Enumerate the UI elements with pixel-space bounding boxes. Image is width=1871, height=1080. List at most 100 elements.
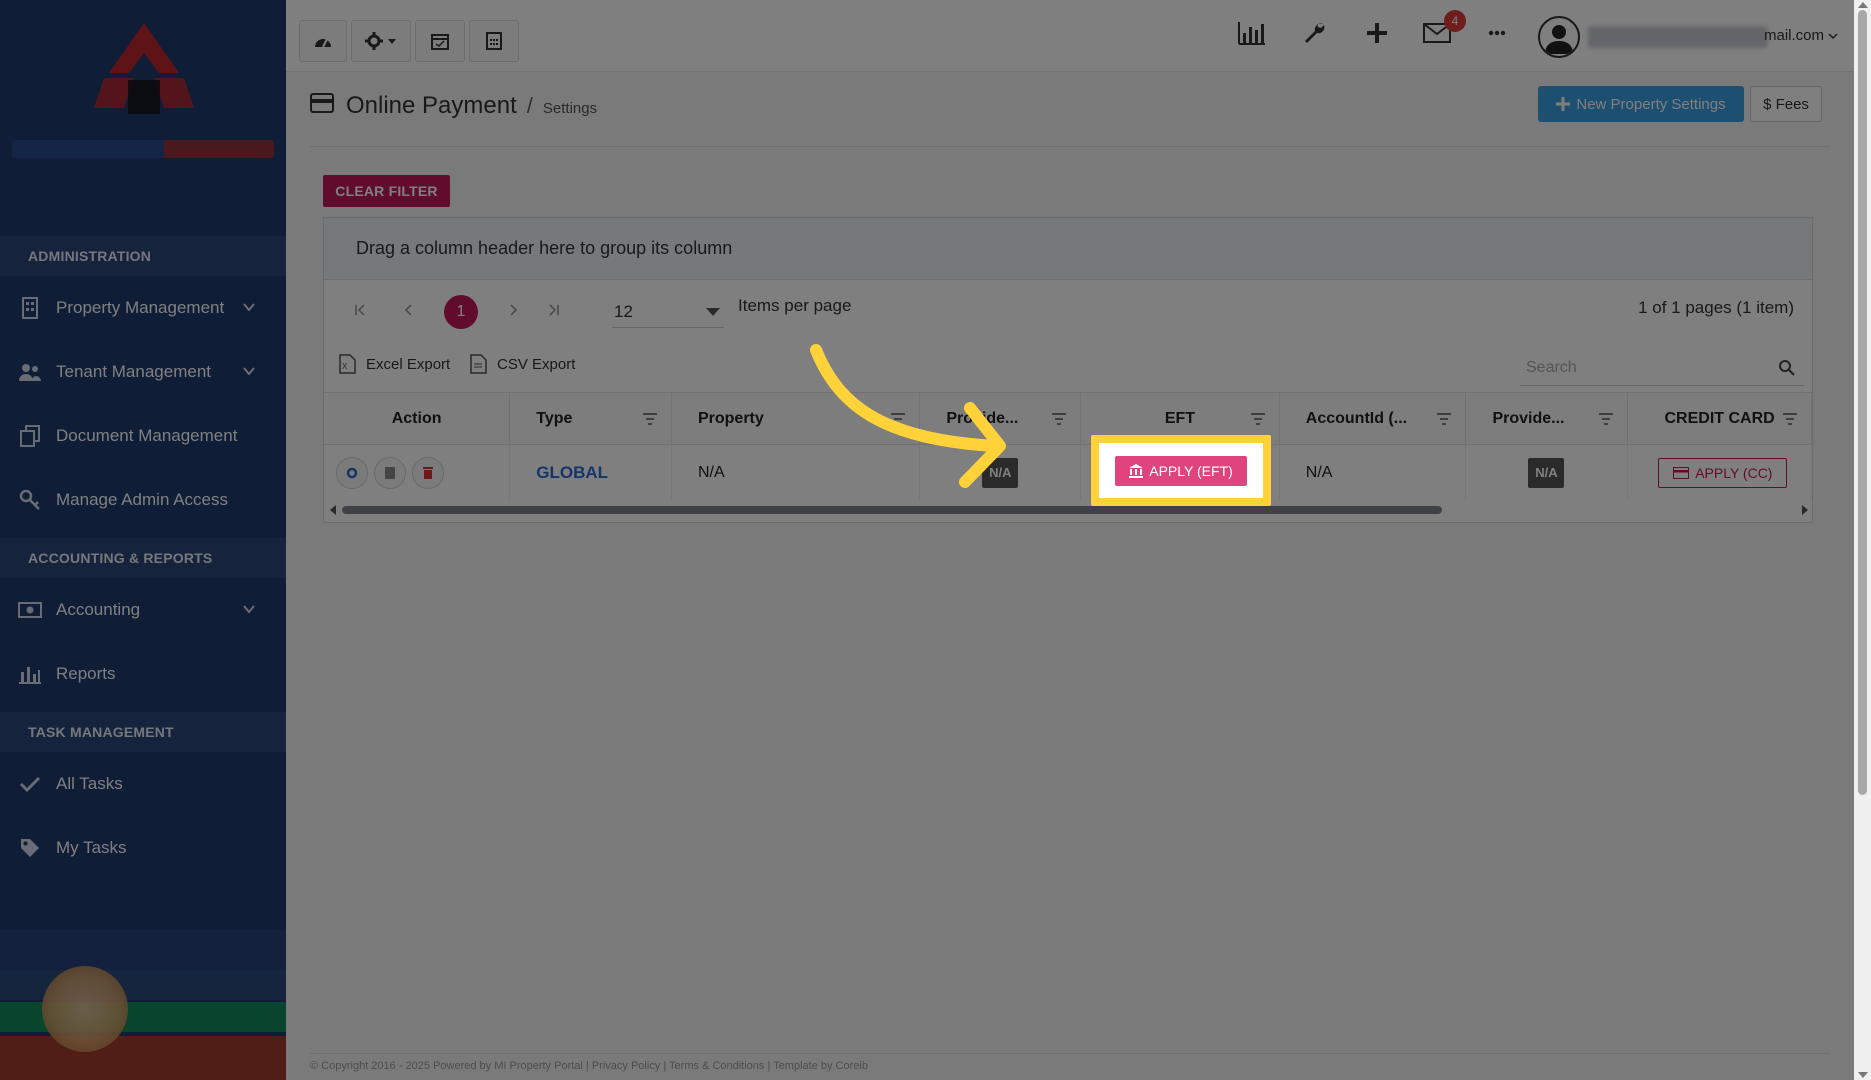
breadcrumb-settings[interactable]: Settings <box>543 100 597 117</box>
badge-icon <box>42 966 128 1052</box>
scroll-thumb[interactable] <box>1858 10 1867 795</box>
scroll-down-icon[interactable] <box>1858 1072 1868 1078</box>
column-header-label: Property <box>697 409 764 427</box>
sidebar-item-accounting[interactable]: Accounting <box>0 578 286 642</box>
tools-button[interactable] <box>1300 18 1330 48</box>
sidebar-item-manage-admin-access[interactable]: Manage Admin Access <box>0 468 286 532</box>
calculator-button[interactable] <box>469 20 519 62</box>
user-icon <box>1545 25 1573 54</box>
main-content: Online Payment / Settings New Property S… <box>286 72 1854 1080</box>
column-header-provider-cc[interactable]: Provide... <box>1465 392 1629 445</box>
sidebar-item-label: Reports <box>56 664 116 683</box>
search-input[interactable]: Search <box>1520 348 1804 386</box>
new-property-settings-button[interactable]: New Property Settings <box>1538 86 1744 122</box>
type-link[interactable]: GLOBAL <box>536 463 608 482</box>
column-header-account-id[interactable]: AccountId (... <box>1279 392 1467 445</box>
caret-down-icon <box>706 308 720 316</box>
account-id-value: N/A <box>1305 463 1333 481</box>
filter-icon[interactable] <box>642 413 657 425</box>
excel-file-icon: X <box>339 354 356 374</box>
first-page-button[interactable] <box>348 298 372 322</box>
add-button[interactable] <box>1362 18 1392 48</box>
edit-settings-button[interactable] <box>336 456 368 489</box>
user-email: mail.com <box>1764 27 1825 44</box>
next-page-button[interactable] <box>501 298 525 322</box>
pager: 1 12 Items per page 1 of 1 pages (1 item… <box>324 280 1814 340</box>
csv-file-icon <box>470 354 487 374</box>
plus-icon <box>1367 23 1387 43</box>
dashboard-button[interactable] <box>299 20 347 62</box>
scroll-right-icon[interactable] <box>1800 504 1810 516</box>
footer-divider <box>310 1053 1830 1054</box>
excel-export-button[interactable]: X Excel Export <box>338 354 450 374</box>
sidebar: ADMINISTRATION Property Management Tenan… <box>0 0 286 1080</box>
apply-eft-button[interactable]: APPLY (EFT) <box>1115 455 1247 486</box>
sidebar-blurred-item <box>0 930 286 970</box>
header-divider <box>310 146 1830 147</box>
stats-button[interactable] <box>1237 18 1267 48</box>
section-administration: ADMINISTRATION <box>0 236 286 276</box>
last-page-button[interactable] <box>542 298 566 322</box>
sidebar-item-label: Tenant Management <box>56 362 211 381</box>
provider-cc-chip: N/A <box>1528 457 1565 488</box>
settings-dropdown-button[interactable] <box>351 20 411 62</box>
avatar[interactable] <box>1538 16 1580 58</box>
page-size-select[interactable]: 12 <box>612 296 724 328</box>
credit-card-icon <box>310 93 334 113</box>
document-icon <box>385 466 395 479</box>
more-button[interactable] <box>1482 18 1512 48</box>
scroll-left-icon[interactable] <box>328 504 338 516</box>
filter-icon[interactable] <box>1052 413 1067 425</box>
column-header-action[interactable]: Action <box>324 392 511 445</box>
bar-chart-icon <box>18 662 42 686</box>
filter-icon[interactable] <box>1437 413 1452 425</box>
search-icon <box>1779 360 1795 376</box>
sidebar-item-property-management[interactable]: Property Management <box>0 276 286 340</box>
chevron-down-icon <box>243 303 255 312</box>
check-icon <box>18 772 42 796</box>
sidebar-blurred-item <box>0 1036 286 1080</box>
data-table: Action Type Property Provide... EFT Acco… <box>324 392 1812 501</box>
money-icon <box>18 598 42 622</box>
filter-icon[interactable] <box>1783 413 1797 425</box>
scroll-up-icon[interactable] <box>1858 2 1868 8</box>
building-icon <box>18 296 42 320</box>
apply-cc-button[interactable]: APPLY (CC) <box>1658 457 1788 488</box>
filter-icon[interactable] <box>1599 413 1614 425</box>
sidebar-item-tenant-management[interactable]: Tenant Management <box>0 340 286 404</box>
search-placeholder: Search <box>1526 359 1577 376</box>
csv-export-button[interactable]: CSV Export <box>469 354 575 374</box>
horizontal-scrollbar[interactable] <box>324 500 1814 520</box>
more-icon <box>1488 30 1506 36</box>
calendar-button[interactable] <box>415 20 465 62</box>
clear-filter-button[interactable]: CLEAR FILTER <box>323 175 450 207</box>
chevron-down-icon <box>243 367 255 376</box>
tag-icon <box>18 836 42 860</box>
sidebar-item-my-tasks[interactable]: My Tasks <box>0 816 286 880</box>
items-per-page-label: Items per page <box>738 296 852 315</box>
page-number-current[interactable]: 1 <box>444 295 478 329</box>
chevron-down-icon <box>1828 33 1838 40</box>
delete-button[interactable] <box>412 456 444 489</box>
page-info: 1 of 1 pages (1 item) <box>1638 298 1794 317</box>
column-header-type[interactable]: Type <box>509 392 672 445</box>
fees-button[interactable]: $ Fees <box>1750 86 1822 122</box>
view-details-button[interactable] <box>374 456 406 489</box>
section-accounting-reports: ACCOUNTING & REPORTS <box>0 538 286 578</box>
prev-page-button[interactable] <box>397 298 421 322</box>
logo[interactable] <box>0 0 286 236</box>
scroll-thumb[interactable] <box>342 506 1442 514</box>
sidebar-item-reports[interactable]: Reports <box>0 642 286 706</box>
sidebar-item-document-management[interactable]: Document Management <box>0 404 286 468</box>
sidebar-item-all-tasks[interactable]: All Tasks <box>0 752 286 816</box>
column-header-label: CREDIT CARD <box>1664 409 1775 427</box>
user-menu[interactable]: mail.com <box>1764 27 1838 44</box>
csv-export-label: CSV Export <box>497 355 576 373</box>
column-header-credit-card[interactable]: CREDIT CARD <box>1627 392 1812 445</box>
grid-toolbar: X Excel Export CSV Export Search <box>324 340 1814 392</box>
highlight-box: APPLY (EFT) <box>1091 435 1271 506</box>
filter-icon[interactable] <box>1250 413 1265 425</box>
page-vertical-scrollbar[interactable] <box>1854 0 1871 1080</box>
group-by-panel[interactable]: Drag a column header here to group its c… <box>324 218 1812 280</box>
page-title: Online Payment <box>346 92 517 119</box>
